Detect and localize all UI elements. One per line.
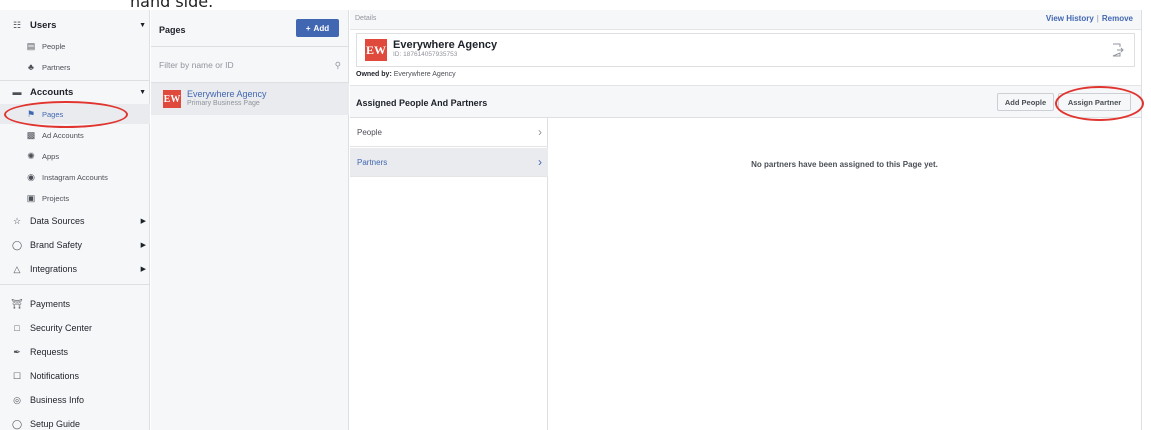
sidebar-item-business-info[interactable]: ◎ Business Info: [0, 389, 150, 411]
tab-partners[interactable]: Partners ›: [350, 148, 548, 177]
page-card: EW Everywhere Agency ID: 187614057935753: [356, 33, 1135, 67]
view-history-link[interactable]: View History: [1046, 14, 1094, 23]
sidebar-item-data-sources[interactable]: ☆ Data Sources ▶: [0, 210, 150, 232]
chevron-right-icon: ›: [538, 155, 542, 169]
assigned-title: Assigned People And Partners: [356, 98, 488, 108]
sidebar-item-accounts[interactable]: ▬ Accounts ▼: [0, 81, 150, 103]
add-people-button[interactable]: Add People: [997, 93, 1054, 111]
caret-right-icon: ▶: [140, 266, 146, 273]
details-label: Details: [355, 15, 377, 22]
plus-icon: +: [305, 23, 311, 33]
details-header: Details View History | Remove: [350, 10, 1141, 30]
folder-icon: ▣: [26, 192, 36, 203]
tab-people[interactable]: People ›: [350, 118, 548, 147]
sidebar-item-brand-safety[interactable]: ◯ Brand Safety ▶: [0, 234, 150, 256]
panel-border: [1141, 10, 1142, 430]
sidebar-item-security-center[interactable]: □ Security Center: [0, 317, 150, 339]
sidebar-item-setup-guide[interactable]: ◯ Setup Guide: [0, 413, 150, 430]
exit-icon[interactable]: [1112, 43, 1124, 57]
integrations-icon: △: [13, 263, 21, 274]
sidebar-item-projects[interactable]: ▣ Projects: [0, 188, 150, 208]
assigned-header: Assigned People And Partners Add People …: [350, 85, 1141, 118]
sidebar-item-payments[interactable]: ⛩ Payments: [0, 293, 150, 315]
apps-icon: ✺: [27, 150, 35, 161]
page-logo: EW: [163, 90, 181, 108]
instagram-icon: ◉: [27, 171, 35, 182]
data-sources-icon: ☆: [12, 215, 22, 226]
empty-state-message: No partners have been assigned to this P…: [751, 160, 938, 169]
sidebar-item-notifications[interactable]: ☐ Notifications: [0, 365, 150, 387]
page-title: Everywhere Agency: [393, 39, 498, 51]
page-logo: EW: [365, 39, 387, 61]
chevron-right-icon: ›: [538, 125, 542, 139]
search-icon[interactable]: ⚲: [335, 60, 341, 71]
users-icon: ☷: [12, 19, 22, 30]
sidebar-item-partners[interactable]: ♣ Partners: [0, 57, 150, 77]
highlight-oval-pages: [4, 101, 128, 128]
caret-right-icon: ▶: [140, 218, 146, 225]
pages-panel: Pages + Add Filter by name or ID ⚲ EW Ev…: [151, 10, 349, 430]
page-list-item[interactable]: EW Everywhere Agency Primary Business Pa…: [151, 83, 349, 115]
sidebar: ☷ Users ▼ ▤ People ♣ Partners ▬ Accounts…: [0, 10, 150, 430]
partners-icon: ♣: [28, 62, 34, 72]
page-subtitle: Primary Business Page: [187, 100, 260, 107]
remove-link[interactable]: Remove: [1102, 14, 1133, 23]
ad-accounts-icon: ▩: [26, 129, 36, 140]
sidebar-item-integrations[interactable]: △ Integrations ▶: [0, 258, 150, 280]
pages-panel-title: Pages: [159, 25, 186, 35]
sidebar-divider: [0, 284, 150, 285]
page-id: ID: 187614057935753: [393, 51, 458, 58]
add-page-button[interactable]: + Add: [296, 19, 339, 37]
details-panel: Details View History | Remove EW Everywher…: [350, 10, 1151, 430]
caret-down-icon: ▼: [139, 21, 146, 29]
sidebar-item-users[interactable]: ☷ Users ▼: [0, 14, 150, 36]
lock-icon: □: [14, 323, 20, 333]
bell-icon: ☐: [12, 370, 22, 381]
page-name: Everywhere Agency: [187, 89, 267, 99]
info-icon: ◎: [13, 394, 21, 405]
link-separator: |: [1096, 14, 1099, 23]
people-icon: ▤: [26, 40, 36, 51]
filter-input[interactable]: Filter by name or ID ⚲: [159, 54, 341, 76]
shield-icon: ◯: [11, 239, 23, 250]
caret-right-icon: ▶: [140, 242, 146, 249]
sidebar-item-people[interactable]: ▤ People: [0, 36, 150, 56]
sidebar-item-requests[interactable]: ✒ Requests: [0, 341, 150, 363]
highlight-oval-assign-partner: [1055, 86, 1144, 121]
sidebar-item-ad-accounts[interactable]: ▩ Ad Accounts: [0, 125, 150, 145]
divider: [151, 46, 349, 47]
bank-icon: ⛩: [11, 298, 23, 309]
sidebar-item-instagram-accounts[interactable]: ◉ Instagram Accounts: [0, 167, 150, 187]
sidebar-item-apps[interactable]: ✺ Apps: [0, 146, 150, 166]
briefcase-icon: ▬: [12, 87, 22, 97]
caret-down-icon: ▼: [139, 88, 146, 96]
question-icon: ◯: [11, 418, 23, 429]
assignment-tabs: People › Partners ›: [350, 118, 548, 430]
owned-by-text: Owned by: Everywhere Agency: [356, 71, 456, 78]
pen-icon: ✒: [13, 346, 21, 357]
